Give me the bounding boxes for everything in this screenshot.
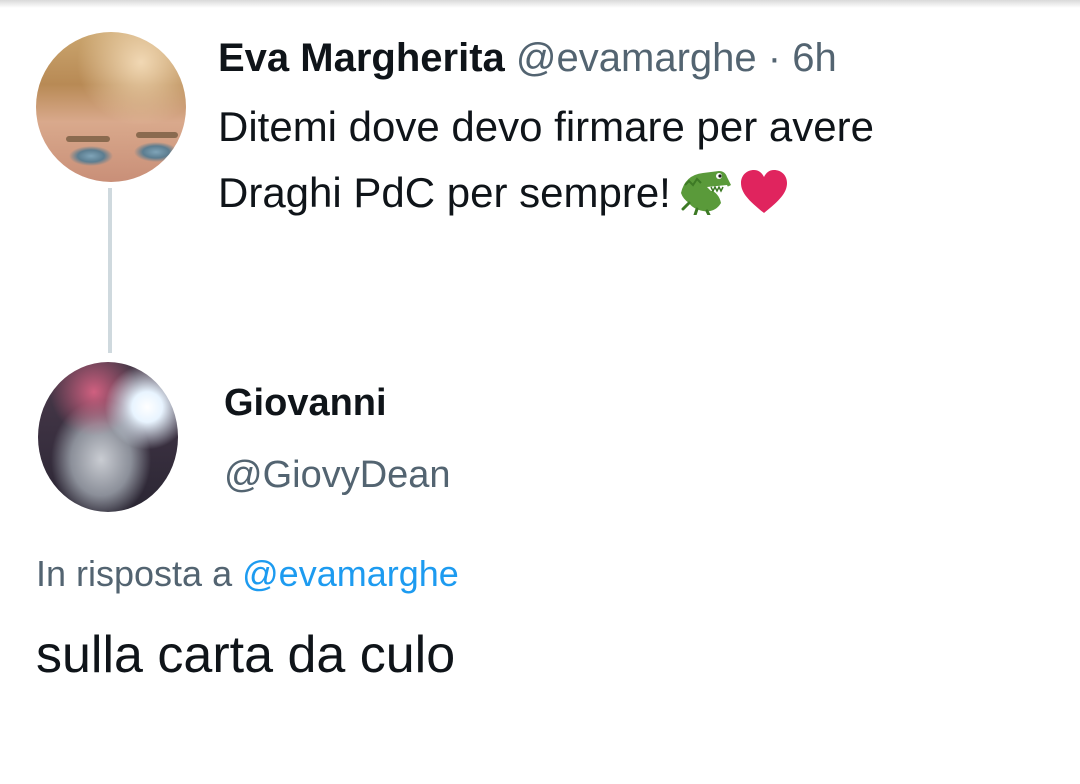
avatar-giovanni[interactable] <box>38 362 178 512</box>
author-name[interactable]: Eva Margherita <box>218 36 505 80</box>
tweet-text: Ditemi dove devo firmare per avere Dragh… <box>218 94 1038 234</box>
in-reply-to-handle-link[interactable]: @evamarghe <box>242 553 459 594</box>
red-heart-emoji-icon <box>739 168 789 234</box>
reply-author-handle[interactable]: @GiovyDean <box>224 450 451 500</box>
reply-author-name[interactable]: Giovanni <box>224 378 387 428</box>
top-edge-shadow <box>0 0 1080 8</box>
in-reply-to-prefix: In risposta a <box>36 553 233 594</box>
author-handle[interactable]: @evamarghe <box>516 36 757 80</box>
in-reply-to-line: In risposta a @evamarghe <box>36 548 459 600</box>
avatar-detail <box>136 132 178 138</box>
header-separator: · <box>767 36 782 80</box>
avatar-eva-margherita[interactable] <box>36 32 186 182</box>
tweet-text-line-2-text: Draghi PdC per sempre! <box>218 169 671 216</box>
tweet-text-line-1: Ditemi dove devo firmare per avere <box>218 103 874 150</box>
tweet-timestamp[interactable]: 6h <box>792 36 837 80</box>
tweet-text-line-2: Draghi PdC per sempre! <box>218 160 1038 234</box>
crocodile-emoji-icon <box>675 163 735 234</box>
reply-text: sulla carta da culo <box>36 626 456 684</box>
avatar-detail <box>66 136 110 142</box>
tweet-header: Eva Margherita @evamarghe · 6h <box>218 32 837 84</box>
thread-connector-line <box>108 188 112 353</box>
